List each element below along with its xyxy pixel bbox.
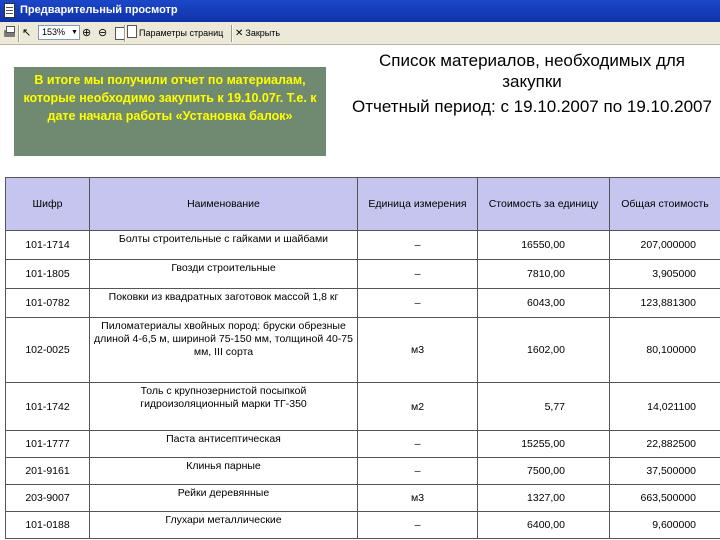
cell-name: Болты строительные с гайками и шайбами: [89, 230, 358, 260]
cell-price: 16550,00: [477, 230, 610, 260]
toolbar: ↖ 153% ▼ ⊕ ⊖ Параметры страниц ✕ Закрыть: [0, 22, 720, 45]
close-button[interactable]: ✕ Закрыть: [235, 25, 280, 41]
table-row: 101-1714 Болты строительные с гайками и …: [5, 230, 720, 260]
materials-table: Шифр Наименование Единица измерения Стои…: [5, 177, 720, 539]
cell-total: 22,882500: [609, 430, 720, 458]
print-icon[interactable]: [3, 25, 16, 41]
toolbar-separator: [231, 25, 233, 42]
window-title-bar: Предварительный просмотр: [0, 0, 720, 22]
column-header-code: Шифр: [5, 177, 90, 231]
table-row: 101-0188 Глухари металлические – 6400,00…: [5, 511, 720, 539]
pointer-icon[interactable]: ↖: [22, 25, 34, 41]
table-header-row: Шифр Наименование Единица измерения Стои…: [5, 177, 720, 231]
report-title: Список материалов, необходимых для закуп…: [379, 51, 685, 91]
toolbar-separator: [124, 25, 126, 42]
page-setup-label: Параметры страниц: [139, 28, 224, 38]
cell-name: Глухари металлические: [89, 511, 358, 539]
cell-unit: –: [357, 430, 478, 458]
table-row: 201-9161 Клинья парные – 7500,00 37,5000…: [5, 457, 720, 485]
cell-total: 14,021100: [609, 382, 720, 431]
column-header-price: Стоимость за единицу: [477, 177, 610, 231]
cell-name: Клинья парные: [89, 457, 358, 485]
cell-code: 203-9007: [5, 484, 90, 512]
cell-code: 101-1777: [5, 430, 90, 458]
cell-total: 80,100000: [609, 317, 720, 383]
cell-name: Рейки деревянные: [89, 484, 358, 512]
cell-unit: м3: [357, 317, 478, 383]
cell-code: 102-0025: [5, 317, 90, 383]
document-icon: [4, 3, 15, 18]
cell-price: 7500,00: [477, 457, 610, 485]
cell-price: 6043,00: [477, 288, 610, 318]
cell-total: 207,000000: [609, 230, 720, 260]
column-header-unit: Единица измерения: [357, 177, 478, 231]
cell-price: 15255,00: [477, 430, 610, 458]
cell-name: Пиломатериалы хвойных пород: бруски обре…: [89, 317, 358, 383]
chevron-down-icon[interactable]: ▼: [70, 26, 79, 39]
zoom-value: 153%: [42, 27, 66, 37]
table-row: 101-0782 Поковки из квадратных заготовок…: [5, 288, 720, 318]
toolbar-separator: [18, 25, 20, 42]
cell-price: 6400,00: [477, 511, 610, 539]
cell-price: 5,77: [477, 382, 610, 431]
cell-code: 101-1805: [5, 259, 90, 289]
cell-price: 7810,00: [477, 259, 610, 289]
cell-unit: –: [357, 288, 478, 318]
cell-name: Гвозди строительные: [89, 259, 358, 289]
cell-price: 1327,00: [477, 484, 610, 512]
close-label: Закрыть: [245, 28, 281, 38]
annotation-note: В итоге мы получили отчет по материалам,…: [14, 67, 326, 156]
cell-name: Паста антисептическая: [89, 430, 358, 458]
cell-unit: м3: [357, 484, 478, 512]
table-row: 101-1742 Толь с крупнозернистой посыпкой…: [5, 382, 720, 431]
cell-code: 201-9161: [5, 457, 90, 485]
table-row: 102-0025 Пиломатериалы хвойных пород: бр…: [5, 317, 720, 383]
cell-unit: м2: [357, 382, 478, 431]
cell-code: 101-0782: [5, 288, 90, 318]
page-setup-button[interactable]: Параметры страниц: [127, 25, 223, 41]
cell-name: Поковки из квадратных заготовок массой 1…: [89, 288, 358, 318]
cell-total: 123,881300: [609, 288, 720, 318]
cell-name: Толь с крупнозернистой посыпкой гидроизо…: [89, 382, 358, 431]
window-title: Предварительный просмотр: [20, 4, 178, 16]
table-row: 101-1777 Паста антисептическая – 15255,0…: [5, 430, 720, 458]
cell-total: 3,905000: [609, 259, 720, 289]
page-setup-icon: [127, 25, 137, 38]
cell-unit: –: [357, 230, 478, 260]
cell-code: 101-0188: [5, 511, 90, 539]
cell-price: 1602,00: [477, 317, 610, 383]
zoom-in-icon[interactable]: ⊕: [82, 25, 94, 41]
zoom-out-icon[interactable]: ⊖: [98, 25, 110, 41]
cell-unit: –: [357, 259, 478, 289]
cell-unit: –: [357, 511, 478, 539]
cell-unit: –: [357, 457, 478, 485]
page-icon[interactable]: [114, 25, 125, 41]
table-row: 203-9007 Рейки деревянные м3 1327,00 663…: [5, 484, 720, 512]
close-icon: ✕: [235, 28, 244, 39]
cell-code: 101-1742: [5, 382, 90, 431]
cell-total: 9,600000: [609, 511, 720, 539]
column-header-total: Общая стоимость: [609, 177, 720, 231]
cell-total: 37,500000: [609, 457, 720, 485]
report-period: Отчетный период: с 19.10.2007 по 19.10.2…: [352, 97, 712, 116]
column-header-name: Наименование: [89, 177, 358, 231]
cell-total: 663,500000: [609, 484, 720, 512]
table-row: 101-1805 Гвозди строительные – 7810,00 3…: [5, 259, 720, 289]
cell-code: 101-1714: [5, 230, 90, 260]
